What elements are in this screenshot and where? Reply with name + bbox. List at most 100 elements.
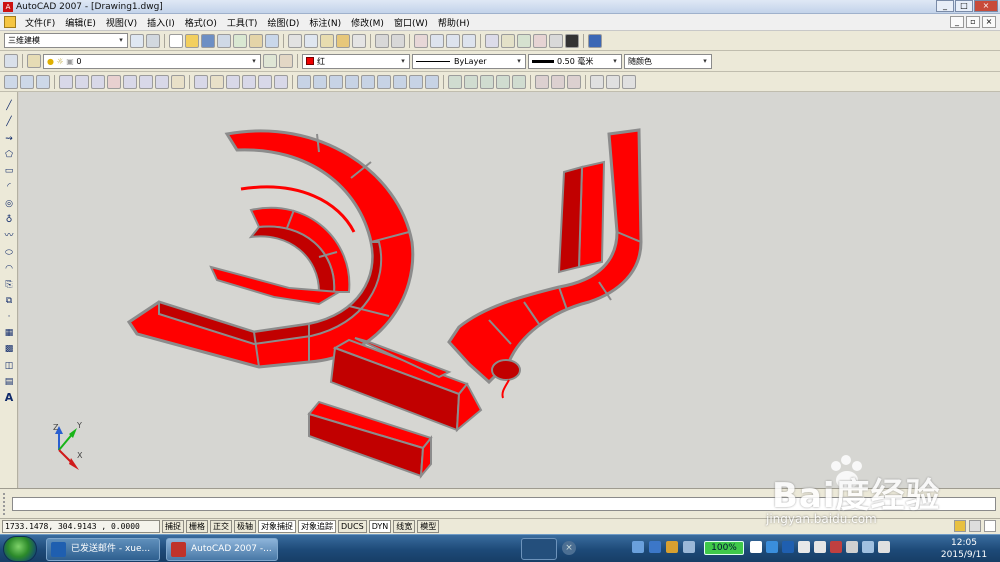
battery-indicator[interactable]: 100% <box>704 541 744 555</box>
pyramid-icon[interactable] <box>393 74 407 89</box>
monitor-icon[interactable] <box>862 541 874 553</box>
menu-edit[interactable]: 编辑(E) <box>60 16 101 29</box>
pan-icon[interactable] <box>414 33 428 48</box>
3d-align-icon[interactable] <box>567 74 581 89</box>
rectangle-icon[interactable]: ▭ <box>3 165 15 177</box>
dyn-toggle[interactable]: DYN <box>368 520 392 533</box>
open-file-icon[interactable] <box>185 33 199 48</box>
document-icon[interactable] <box>4 16 16 28</box>
point-icon[interactable]: · <box>3 311 15 323</box>
workspace-select[interactable]: 三维建模 ▾ <box>4 33 128 48</box>
design-center-icon[interactable] <box>501 33 515 48</box>
power-icon[interactable] <box>750 541 762 553</box>
tool-palettes-icon[interactable] <box>517 33 531 48</box>
extrude-icon[interactable] <box>448 74 462 89</box>
offset-faces-icon[interactable] <box>91 74 105 89</box>
volume-icon[interactable] <box>878 541 890 553</box>
menu-format[interactable]: 格式(O) <box>180 16 222 29</box>
gradient-icon[interactable]: ▩ <box>3 343 15 355</box>
undo-icon[interactable] <box>375 33 389 48</box>
intersect-icon[interactable] <box>36 74 50 89</box>
rotate-faces-icon[interactable] <box>123 74 137 89</box>
free-orbit-icon[interactable] <box>622 74 636 89</box>
menu-view[interactable]: 视图(V) <box>101 16 142 29</box>
taskbar-outlook[interactable]: 已发送邮件 - xue... <box>46 538 160 561</box>
menu-window[interactable]: 窗口(W) <box>389 16 433 29</box>
osnap-toggle[interactable]: 对象捕捉 <box>258 520 296 533</box>
model-viewport[interactable]: Z Y X <box>19 92 1000 488</box>
hatch-icon[interactable]: ▦ <box>3 327 15 339</box>
lock-icon[interactable] <box>954 520 966 532</box>
calculator-icon[interactable] <box>565 33 579 48</box>
taskbar-autocad[interactable]: AutoCAD 2007 -... <box>166 538 278 561</box>
cone-icon[interactable] <box>329 74 343 89</box>
ellipse-icon[interactable]: ⬭ <box>3 247 15 259</box>
planar-surface-icon[interactable] <box>425 74 439 89</box>
clean-screen-icon[interactable] <box>984 520 996 532</box>
color-edges-icon[interactable] <box>210 74 224 89</box>
line-tool-icon[interactable]: ╱ <box>3 100 15 112</box>
usb-icon[interactable] <box>683 541 695 553</box>
paste-icon[interactable] <box>320 33 334 48</box>
layer-select[interactable]: ● ☼ ▣ 0 ▾ <box>43 53 261 69</box>
command-line-grip[interactable] <box>3 493 7 515</box>
otrack-toggle[interactable]: 对象追踪 <box>298 520 336 533</box>
helix-icon[interactable] <box>409 74 423 89</box>
polyline-icon[interactable]: ⇝ <box>3 133 15 145</box>
zoom-previous-icon[interactable] <box>462 33 476 48</box>
polar-toggle[interactable]: 极轴 <box>234 520 256 533</box>
menu-insert[interactable]: 插入(I) <box>142 16 180 29</box>
menu-draw[interactable]: 绘图(D) <box>262 16 304 29</box>
menu-file[interactable]: 文件(F) <box>20 16 60 29</box>
3d-dwf-icon[interactable] <box>265 33 279 48</box>
subtract-icon[interactable] <box>20 74 34 89</box>
taper-faces-icon[interactable] <box>139 74 153 89</box>
copy-icon[interactable] <box>304 33 318 48</box>
imprint-icon[interactable] <box>226 74 240 89</box>
ortho-toggle[interactable]: 正交 <box>210 520 232 533</box>
region-icon[interactable]: ◫ <box>3 360 15 372</box>
shell-icon[interactable] <box>274 74 288 89</box>
network-icon[interactable] <box>814 541 826 553</box>
disconnect-icon[interactable]: × <box>562 541 576 555</box>
workspace-settings-icon[interactable] <box>130 33 144 48</box>
extrude-faces-icon[interactable] <box>59 74 73 89</box>
help-icon[interactable] <box>588 33 602 48</box>
loft-icon[interactable] <box>512 74 526 89</box>
arc-icon[interactable]: ◜ <box>3 181 15 193</box>
union-icon[interactable] <box>4 74 18 89</box>
command-input[interactable] <box>12 497 996 511</box>
box-icon[interactable] <box>297 74 311 89</box>
presspull-icon[interactable] <box>464 74 478 89</box>
menu-tools[interactable]: 工具(T) <box>222 16 263 29</box>
wedge-icon[interactable] <box>313 74 327 89</box>
system-clock[interactable]: 12:05 2015/9/11 <box>936 537 992 561</box>
match-properties-icon[interactable] <box>336 33 350 48</box>
3d-orbit-icon[interactable] <box>590 74 604 89</box>
sweep-icon[interactable] <box>480 74 494 89</box>
doc-close-button[interactable]: × <box>982 16 996 28</box>
model-toggle[interactable]: 模型 <box>417 520 440 533</box>
spline-icon[interactable]: 〰 <box>3 230 15 242</box>
polygon-icon[interactable]: ⬠ <box>3 149 15 161</box>
layer-manager-icon[interactable] <box>4 54 18 68</box>
menu-help[interactable]: 帮助(H) <box>433 16 475 29</box>
properties-icon[interactable] <box>485 33 499 48</box>
delete-faces-icon[interactable] <box>107 74 121 89</box>
keyboard-icon[interactable] <box>632 541 644 553</box>
close-button[interactable]: × <box>974 0 998 12</box>
help-tray-icon[interactable] <box>649 541 661 553</box>
save-icon[interactable] <box>201 33 215 48</box>
lineweight-select[interactable]: 0.50 毫米 ▾ <box>528 53 622 69</box>
new-file-icon[interactable] <box>169 33 183 48</box>
security-icon[interactable] <box>666 541 678 553</box>
revolve-icon[interactable] <box>496 74 510 89</box>
maximize-button[interactable]: □ <box>955 0 973 12</box>
sphere-icon[interactable] <box>345 74 359 89</box>
antivirus-icon[interactable] <box>830 541 842 553</box>
menu-dimension[interactable]: 标注(N) <box>304 16 346 29</box>
insert-block-icon[interactable]: ⎘ <box>3 279 15 291</box>
zoom-realtime-icon[interactable] <box>430 33 444 48</box>
circle-icon[interactable]: ◎ <box>3 198 15 210</box>
flag-icon[interactable] <box>846 541 858 553</box>
